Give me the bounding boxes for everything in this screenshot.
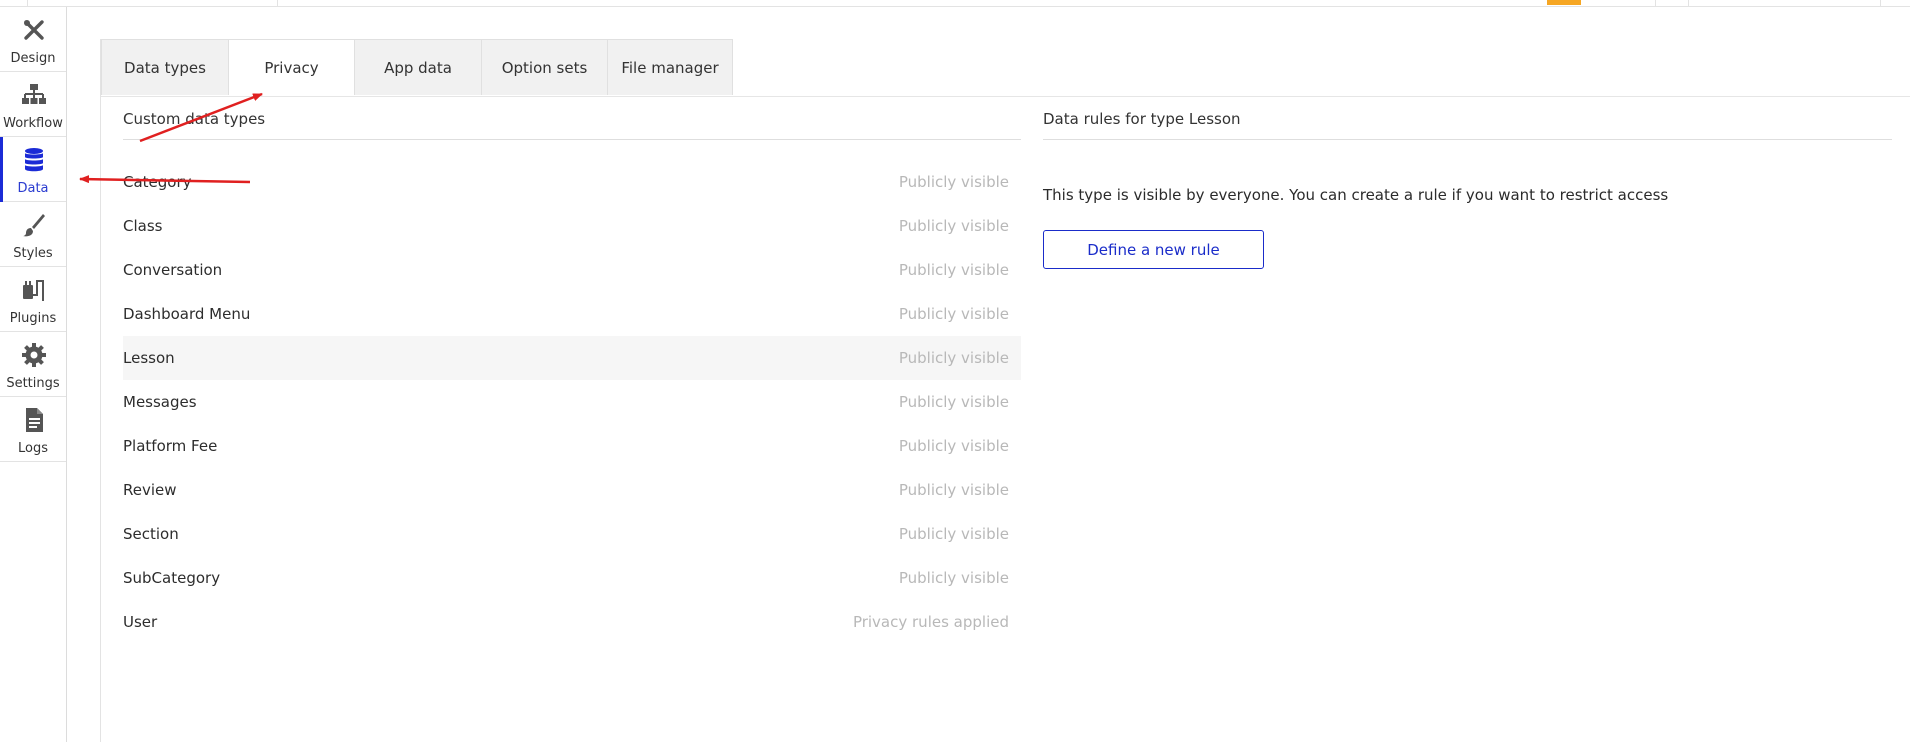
sidebar-item-workflow[interactable]: Workflow: [0, 72, 66, 137]
design-icon: [24, 20, 44, 40]
privacy-status: Publicly visible: [898, 305, 1009, 323]
data-type-row[interactable]: Platform Fee Publicly visible: [123, 424, 1021, 468]
data-type-name: Platform Fee: [123, 437, 218, 455]
workflow-icon: [22, 84, 46, 104]
tabs-divider: [101, 96, 1910, 97]
top-bar-divider: [1880, 0, 1881, 6]
section-title: Custom data types: [123, 110, 1021, 140]
privacy-status: Publicly visible: [898, 525, 1009, 543]
data-type-row[interactable]: Review Publicly visible: [123, 468, 1021, 512]
sidebar-item-label: Design: [10, 51, 56, 66]
data-type-row[interactable]: Class Publicly visible: [123, 204, 1021, 248]
tab-data-types[interactable]: Data types: [101, 39, 229, 95]
tab-option-sets[interactable]: Option sets: [481, 39, 608, 95]
privacy-status: Publicly visible: [898, 349, 1009, 367]
sidebar-item-label: Logs: [18, 441, 48, 456]
data-type-row[interactable]: Section Publicly visible: [123, 512, 1021, 556]
sidebar-item-styles[interactable]: Styles: [0, 202, 66, 267]
sidebar-item-plugins[interactable]: Plugins: [0, 267, 66, 332]
sidebar-item-label: Data: [17, 181, 49, 196]
sidebar-item-data[interactable]: Data: [0, 137, 66, 202]
data-type-list: Category Publicly visible Class Publicly…: [123, 160, 1021, 644]
privacy-status: Publicly visible: [898, 173, 1009, 191]
sidebar-item-settings[interactable]: Settings: [0, 332, 66, 397]
top-bar-divider: [27, 0, 28, 6]
tab-app-data[interactable]: App data: [354, 39, 482, 95]
top-bar-divider: [1655, 0, 1656, 6]
privacy-status: Privacy rules applied: [852, 613, 1009, 631]
left-sidebar: Design Workflow Data Styles Plugins Sett…: [0, 7, 67, 742]
top-bar-divider: [277, 0, 278, 6]
data-type-row[interactable]: Conversation Publicly visible: [123, 248, 1021, 292]
privacy-status: Publicly visible: [898, 481, 1009, 499]
data-type-name: Conversation: [123, 261, 223, 279]
define-new-rule-button[interactable]: Define a new rule: [1043, 230, 1264, 269]
sidebar-item-label: Workflow: [3, 116, 63, 131]
database-icon: [25, 148, 43, 172]
data-type-name: Dashboard Menu: [123, 305, 251, 323]
plug-icon: [23, 280, 44, 301]
tab-file-manager[interactable]: File manager: [607, 39, 733, 95]
privacy-status: Publicly visible: [898, 393, 1009, 411]
sidebar-item-label: Settings: [6, 376, 60, 391]
workspace-border: [100, 39, 101, 742]
gear-icon: [22, 343, 46, 367]
tab-privacy[interactable]: Privacy: [228, 39, 355, 95]
data-tabs: Data types Privacy App data Option sets …: [101, 39, 733, 96]
data-type-name: Lesson: [123, 349, 175, 367]
data-rules-panel: Data rules for type Lesson This type is …: [1043, 110, 1892, 269]
data-type-name: User: [123, 613, 158, 631]
sidebar-item-label: Styles: [13, 246, 53, 261]
custom-data-types-panel: Custom data types Category Publicly visi…: [123, 110, 1021, 644]
top-bar-divider: [1688, 0, 1689, 6]
top-bar-accent[interactable]: [1547, 0, 1581, 5]
sidebar-item-label: Plugins: [9, 311, 57, 326]
data-type-name: Messages: [123, 393, 197, 411]
document-icon: [26, 408, 43, 432]
data-type-name: Class: [123, 217, 163, 235]
visibility-info-text: This type is visible by everyone. You ca…: [1043, 186, 1669, 204]
sidebar-item-design[interactable]: Design: [0, 7, 66, 72]
data-type-row[interactable]: SubCategory Publicly visible: [123, 556, 1021, 600]
data-type-row[interactable]: Messages Publicly visible: [123, 380, 1021, 424]
privacy-status: Publicly visible: [898, 437, 1009, 455]
sidebar-item-logs[interactable]: Logs: [0, 397, 66, 462]
data-type-name: Review: [123, 481, 177, 499]
top-bar: [0, 0, 1910, 7]
data-type-name: Category: [123, 173, 192, 191]
data-type-row-selected[interactable]: Lesson Publicly visible: [123, 336, 1021, 380]
privacy-status: Publicly visible: [898, 569, 1009, 587]
privacy-status: Publicly visible: [898, 261, 1009, 279]
data-type-name: Section: [123, 525, 179, 543]
data-type-name: SubCategory: [123, 569, 221, 587]
privacy-status: Publicly visible: [898, 217, 1009, 235]
data-type-row[interactable]: Category Publicly visible: [123, 160, 1021, 204]
rules-title: Data rules for type Lesson: [1043, 110, 1892, 140]
brush-icon: [23, 214, 45, 237]
data-type-row[interactable]: User Privacy rules applied: [123, 600, 1021, 644]
data-type-row[interactable]: Dashboard Menu Publicly visible: [123, 292, 1021, 336]
